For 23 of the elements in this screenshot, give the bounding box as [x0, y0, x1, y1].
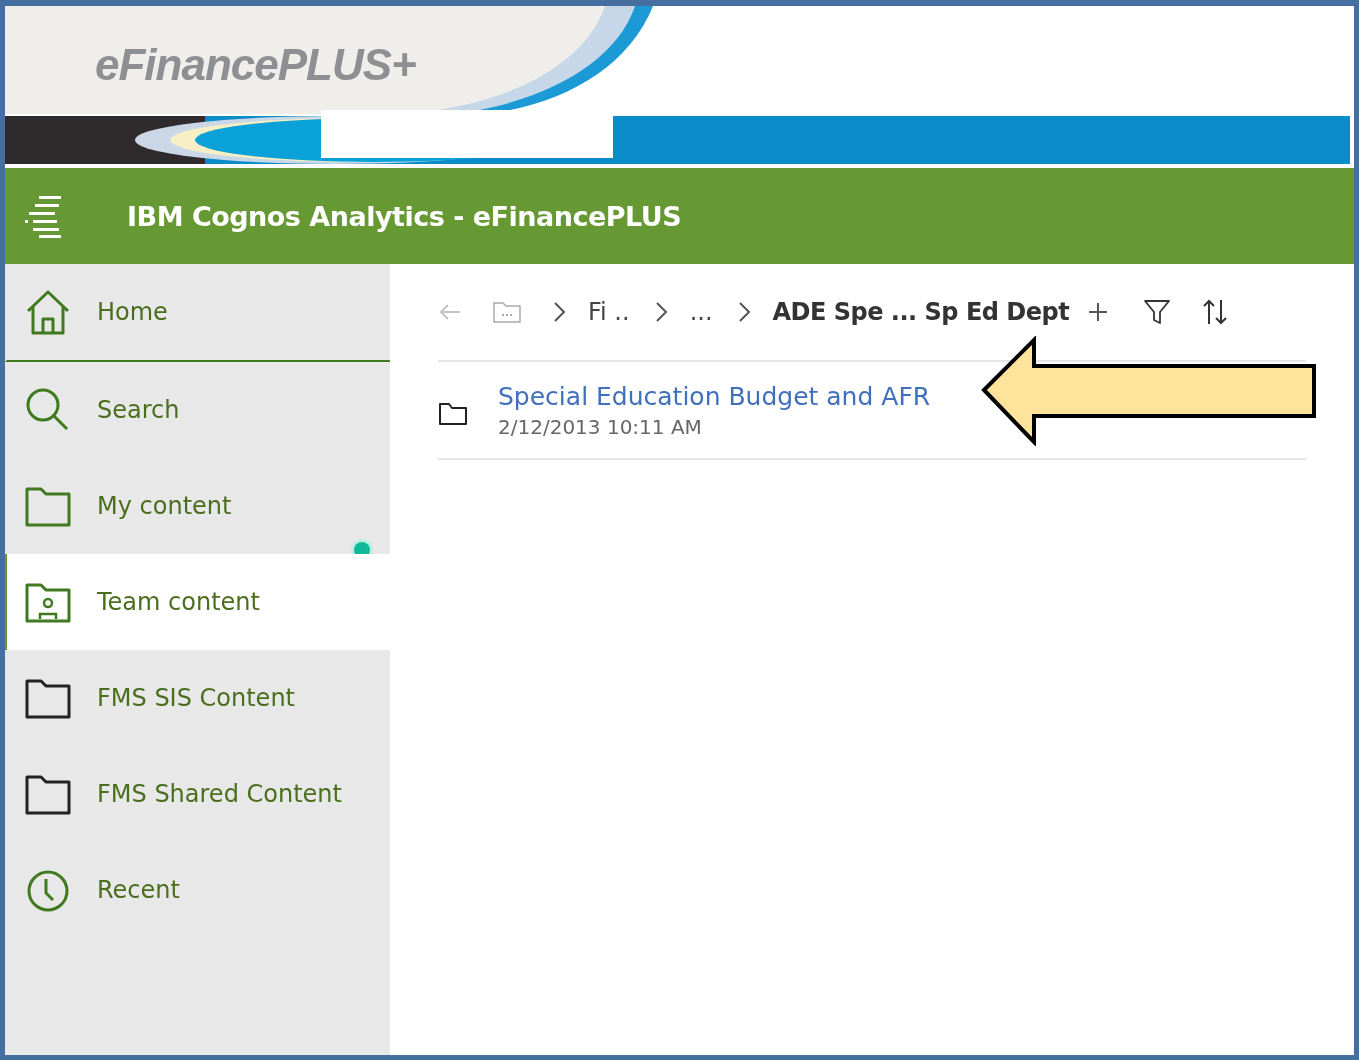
breadcrumb-link[interactable]: ... — [689, 298, 713, 326]
sidebar-item[interactable]: My content — [5, 458, 390, 554]
modified-date: 2/12/2013 10:11 AM — [498, 414, 703, 439]
plus-icon[interactable] — [1087, 301, 1110, 323]
sidebar-item[interactable]: Recent — [5, 842, 390, 938]
sort-icon[interactable] — [1201, 298, 1230, 326]
chevron-icon — [552, 301, 566, 323]
filter-icon[interactable] — [1143, 298, 1172, 326]
logo: eFinancePLUS+ — [95, 40, 416, 90]
search-icon — [25, 387, 71, 433]
app-title: IBM Cognos Analytics - eFinancePLUS — [127, 200, 682, 232]
sidebar-item[interactable]: Search — [5, 362, 390, 458]
sidebar-item[interactable]: Team content — [5, 554, 390, 650]
chevron-icon — [653, 301, 668, 323]
breadcrumb-link[interactable]: Fi .. — [588, 298, 630, 326]
home-icon — [25, 289, 71, 335]
breadcrumb-link[interactable]: ADE Spe ... Sp Ed Dept — [772, 298, 1070, 326]
chevron-icon — [736, 301, 751, 323]
folder-link[interactable]: Special Education Budget and AFR — [498, 381, 931, 411]
sidebar-item[interactable]: FMS Shared Content — [5, 746, 390, 842]
folder-icon — [438, 401, 468, 427]
sidebar-item[interactable]: Home — [5, 264, 390, 362]
sidebar-item[interactable]: FMS SIS Content — [5, 650, 390, 746]
